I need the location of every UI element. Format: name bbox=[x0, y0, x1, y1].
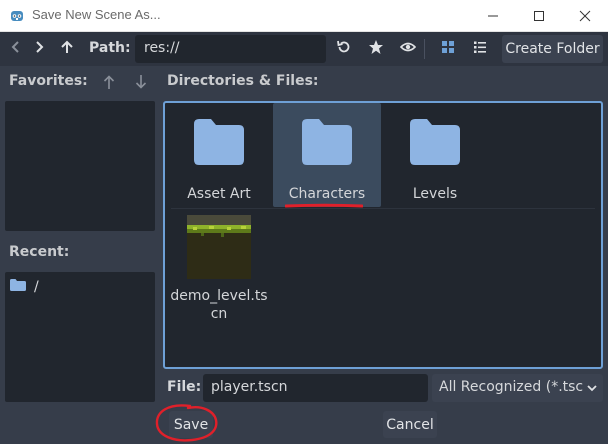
folder-icon bbox=[10, 279, 26, 295]
recent-item-label: / bbox=[34, 279, 39, 295]
folder-item-levels[interactable]: Levels bbox=[381, 103, 489, 207]
minimize-button[interactable] bbox=[470, 0, 516, 31]
close-button[interactable] bbox=[562, 0, 608, 31]
recent-item[interactable]: / bbox=[10, 279, 39, 295]
grid-view-icon bbox=[441, 40, 455, 58]
star-icon bbox=[368, 39, 384, 59]
create-folder-button[interactable]: Create Folder bbox=[502, 35, 603, 63]
maximize-button[interactable] bbox=[516, 0, 562, 31]
arrow-up-icon bbox=[60, 40, 74, 58]
scene-label-line2: cn bbox=[210, 306, 228, 322]
scene-label-line1: demo_level.ts bbox=[170, 288, 268, 304]
folder-label: Levels bbox=[412, 186, 458, 202]
toggle-hidden-button[interactable] bbox=[396, 37, 420, 61]
refresh-button[interactable] bbox=[332, 37, 356, 61]
filter-select-value: All Recognized (*.tscn bbox=[439, 379, 592, 395]
file-label: File: bbox=[167, 379, 202, 395]
grid-view-button[interactable] bbox=[436, 37, 460, 61]
chevron-left-icon bbox=[10, 40, 22, 58]
folder-icon bbox=[407, 119, 463, 175]
list-view-button[interactable] bbox=[468, 37, 492, 61]
godot-icon bbox=[9, 8, 25, 24]
files-panel[interactable]: Asset Art Characters Levels demo_level.t… bbox=[163, 101, 603, 369]
folder-icon bbox=[299, 119, 355, 175]
back-button[interactable] bbox=[4, 37, 28, 61]
folder-icon bbox=[191, 119, 247, 175]
cancel-button[interactable]: Cancel bbox=[383, 411, 437, 438]
go-up-button[interactable] bbox=[55, 37, 79, 61]
path-label: Path: bbox=[89, 40, 131, 56]
path-input[interactable]: res:// bbox=[135, 35, 326, 63]
title-bar: Save New Scene As... bbox=[0, 0, 608, 32]
refresh-icon bbox=[336, 39, 352, 59]
favorite-button[interactable] bbox=[364, 37, 388, 61]
recent-label: Recent: bbox=[9, 244, 70, 260]
move-favorite-up-icon[interactable] bbox=[102, 74, 116, 94]
favorites-label: Favorites: bbox=[9, 73, 88, 89]
eye-icon bbox=[399, 39, 417, 59]
red-underline-annotation bbox=[284, 197, 364, 213]
favorites-list[interactable] bbox=[5, 101, 155, 231]
chevron-right-icon bbox=[33, 40, 45, 58]
list-view-icon bbox=[473, 40, 487, 58]
folder-label: Asset Art bbox=[187, 186, 251, 202]
scene-item-demo-level[interactable]: demo_level.ts cn bbox=[165, 207, 273, 327]
folder-item-characters[interactable]: Characters bbox=[273, 103, 381, 207]
toolbar-separator bbox=[424, 39, 425, 59]
window-title: Save New Scene As... bbox=[32, 7, 161, 22]
scene-thumbnail bbox=[187, 215, 251, 279]
file-filter-select[interactable]: All Recognized (*.tscn bbox=[432, 374, 603, 402]
move-favorite-down-icon[interactable] bbox=[134, 74, 148, 94]
scene-label: demo_level.ts cn bbox=[170, 287, 267, 323]
chevron-down-icon bbox=[583, 382, 598, 398]
file-name-input[interactable]: player.tscn bbox=[203, 374, 428, 402]
folder-item-asset-art[interactable]: Asset Art bbox=[165, 103, 273, 207]
toolbar: Path: res:// Create Folder bbox=[0, 32, 608, 66]
red-circle-annotation bbox=[154, 402, 220, 444]
directories-files-label: Directories & Files: bbox=[167, 73, 319, 89]
forward-button[interactable] bbox=[27, 37, 51, 61]
